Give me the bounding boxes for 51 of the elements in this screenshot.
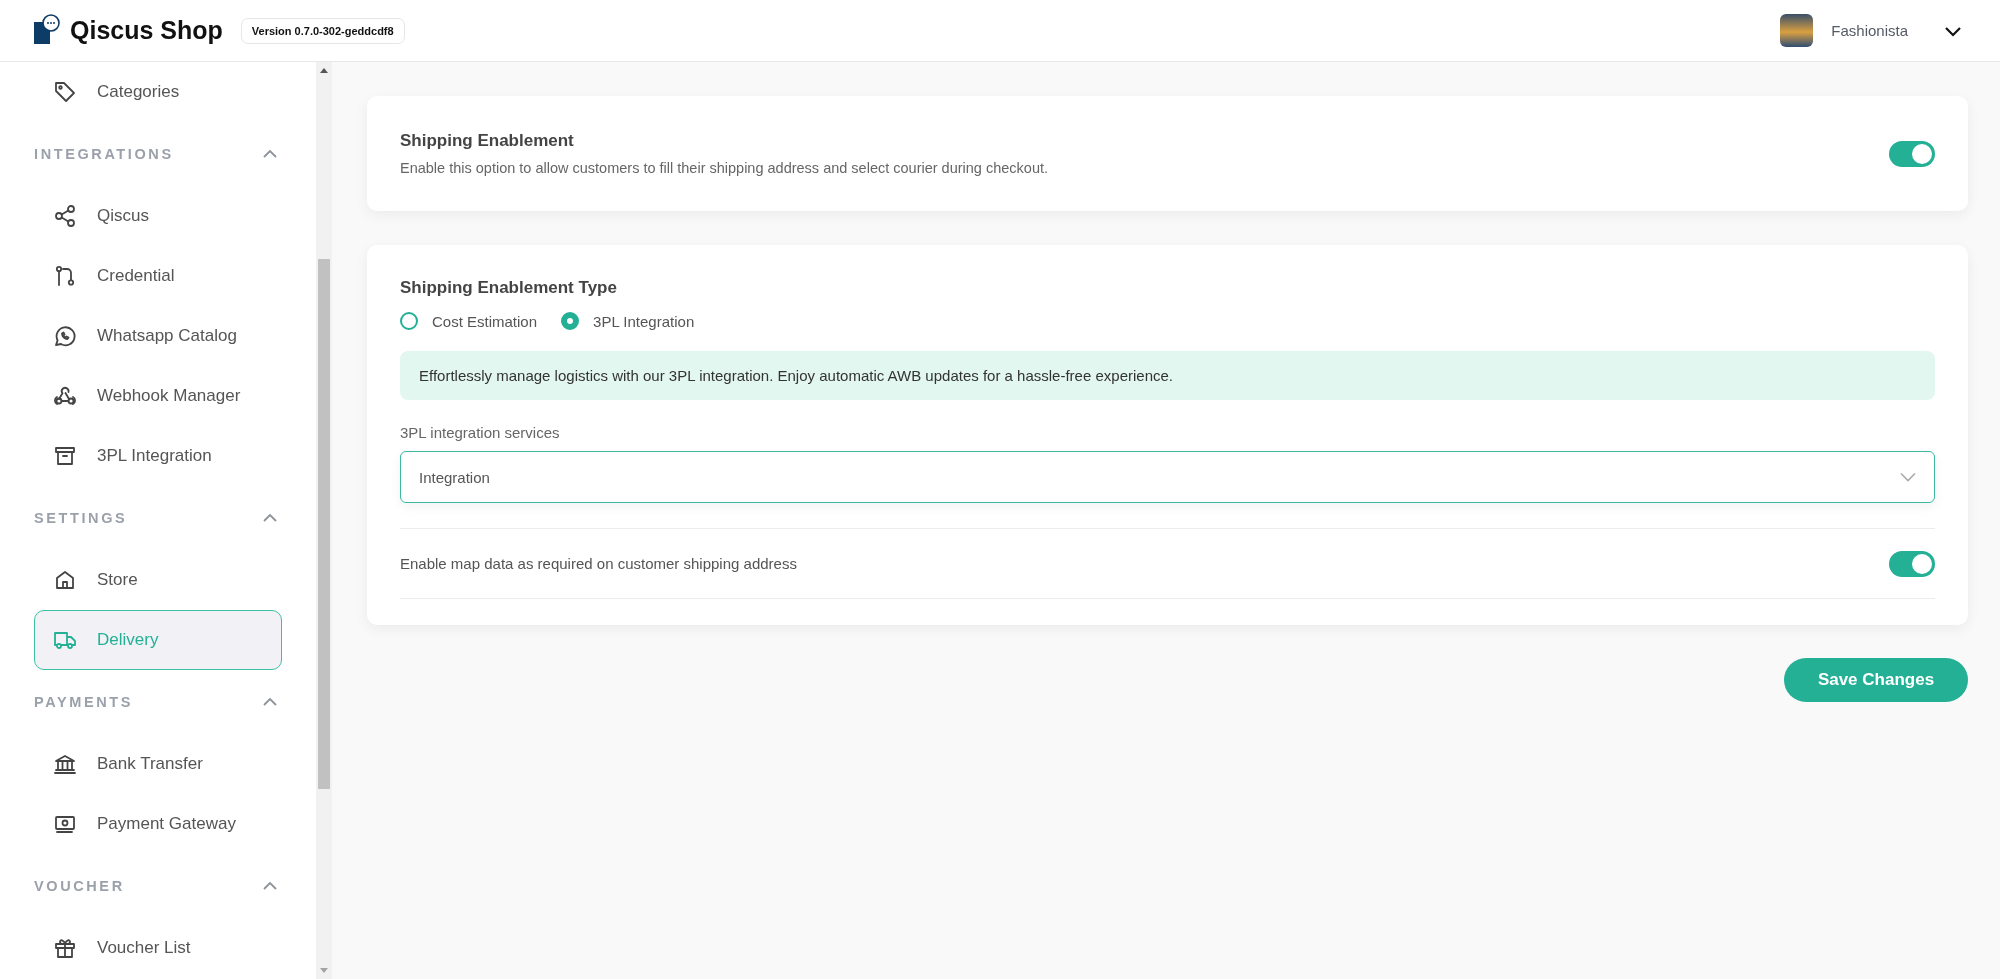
section-heading: PAYMENTS bbox=[34, 694, 133, 710]
version-tag: Version 0.7.0-302-geddcdf8 bbox=[240, 17, 405, 44]
chevron-up-icon bbox=[262, 697, 278, 707]
section-heading: INTEGRATIONS bbox=[34, 146, 174, 162]
setting-label: Enable map data as required on customer shipping address bbox=[400, 555, 797, 572]
chevron-up-icon bbox=[262, 513, 278, 523]
section-heading: SETTINGS bbox=[34, 510, 128, 526]
card-title: Shipping Enablement Type bbox=[400, 278, 618, 298]
gift-icon bbox=[53, 936, 77, 960]
sidebar-item[interactable]: 3PL Integration bbox=[34, 426, 282, 486]
sidebar-item[interactable]: Webhook Manager bbox=[34, 366, 282, 426]
chevron-up-icon bbox=[262, 881, 278, 891]
radio-label: Cost Estimation bbox=[432, 312, 538, 330]
webhook-icon bbox=[53, 384, 77, 408]
logo-icon bbox=[34, 13, 60, 44]
sidebar-item[interactable]: Credential bbox=[34, 246, 282, 306]
sidebar-item[interactable]: Qiscus bbox=[34, 186, 282, 246]
toggle-switch[interactable] bbox=[1889, 140, 1935, 167]
archive-icon bbox=[53, 444, 77, 468]
sidebar-item[interactable]: Bank Transfer bbox=[34, 734, 282, 794]
chevron-up-icon bbox=[262, 149, 278, 159]
radio-label: 3PL Integration bbox=[593, 312, 695, 330]
avatar-photo-placeholder bbox=[1780, 14, 1814, 47]
card-title: Shipping Enablement bbox=[400, 131, 575, 151]
info-banner: Effortlessly manage logistics with our 3PL integration. Enjoy automatic AWB updates for a hassle-free experience. bbox=[400, 351, 1935, 400]
home-icon bbox=[53, 568, 77, 592]
sidebar-item[interactable]: Whatsapp Catalog bbox=[34, 306, 282, 366]
whatsapp-icon bbox=[53, 324, 77, 348]
chevron-down-icon bbox=[1900, 472, 1916, 482]
bank-icon bbox=[53, 752, 77, 776]
scrollbar[interactable] bbox=[316, 62, 332, 979]
sidebar-item[interactable]: Categories bbox=[34, 62, 282, 122]
toggle-switch[interactable] bbox=[1889, 550, 1935, 577]
chevron-down-icon bbox=[1944, 24, 1962, 37]
sidebar-item[interactable]: Payment Gateway bbox=[34, 794, 282, 854]
radio-option[interactable]: 3PL Integration bbox=[561, 312, 695, 330]
sidebar-item[interactable]: Store bbox=[34, 550, 282, 610]
radio-button[interactable] bbox=[561, 312, 580, 330]
card-description: Enable this option to allow customers to fill their shipping address and select courier during checkout. bbox=[400, 160, 1049, 176]
branch-icon bbox=[53, 264, 77, 288]
share-icon bbox=[53, 204, 77, 228]
user-name: Fashionista bbox=[1831, 22, 1908, 39]
services-dropdown[interactable]: Integration bbox=[400, 451, 1935, 503]
radio-button[interactable] bbox=[400, 312, 418, 330]
app-name: Qiscus Shop bbox=[70, 16, 223, 45]
tag-icon bbox=[53, 80, 77, 104]
field-label: 3PL integration services bbox=[400, 424, 561, 441]
scrollbar-thumb[interactable] bbox=[318, 258, 330, 789]
radio-option[interactable]: Cost Estimation bbox=[400, 312, 538, 330]
section-heading: VOUCHER bbox=[34, 878, 125, 894]
sidebar-item[interactable]: Voucher List bbox=[34, 918, 282, 978]
